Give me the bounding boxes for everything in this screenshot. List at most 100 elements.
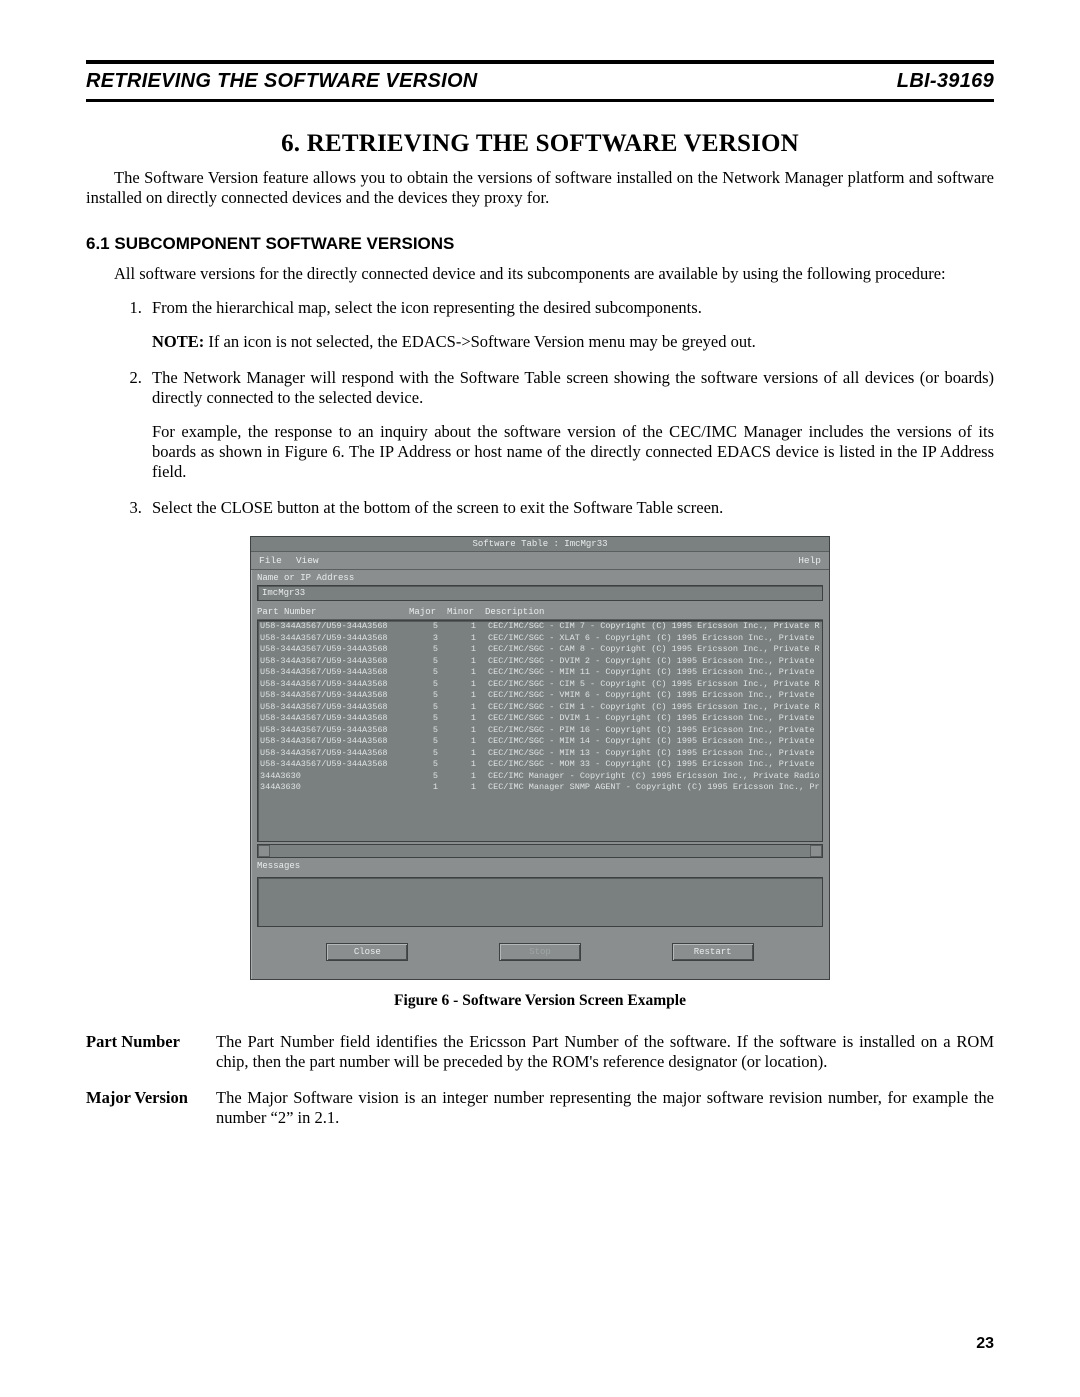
cell-description: CEC/IMC/SGC - MIM 11 - Copyright (C) 199… [488, 667, 820, 679]
procedure-step-3: Select the CLOSE button at the bottom of… [146, 498, 994, 518]
step-2-text-a: The Network Manager will respond with th… [152, 368, 994, 407]
cell-description: CEC/IMC/SGC - MIM 13 - Copyright (C) 199… [488, 748, 820, 760]
table-row[interactable]: U58-344A3567/U59-344A356851CEC/IMC/SGC -… [258, 656, 822, 668]
cell-major: 3 [412, 633, 450, 645]
procedure-step-1: From the hierarchical map, select the ic… [146, 298, 994, 352]
scroll-left-icon[interactable] [258, 845, 270, 857]
cell-description: CEC/IMC/SGC - CIM 1 - Copyright (C) 1995… [488, 702, 820, 714]
cell-minor: 1 [450, 656, 488, 668]
rule-under-header [86, 99, 994, 102]
messages-box[interactable] [257, 877, 823, 927]
table-row[interactable]: U58-344A3567/U59-344A356851CEC/IMC/SGC -… [258, 690, 822, 702]
horizontal-scrollbar[interactable] [257, 844, 823, 858]
table-row[interactable]: U58-344A3567/U59-344A356851CEC/IMC/SGC -… [258, 748, 822, 760]
restart-button[interactable]: Restart [672, 943, 754, 961]
cell-minor: 1 [450, 771, 488, 783]
cell-part-number: U58-344A3567/U59-344A3568 [260, 679, 412, 691]
cell-part-number: U58-344A3567/U59-344A3568 [260, 713, 412, 725]
cell-part-number: U58-344A3567/U59-344A3568 [260, 633, 412, 645]
software-table-window: Software Table : ImcMgr33 File View Help… [250, 536, 830, 980]
cell-major: 5 [412, 621, 450, 633]
ip-address-input[interactable]: ImcMgr33 [257, 585, 823, 601]
cell-major: 5 [412, 679, 450, 691]
table-row[interactable]: U58-344A3567/U59-344A356851CEC/IMC/SGC -… [258, 736, 822, 748]
def-part-number: Part Number The Part Number field identi… [86, 1032, 994, 1072]
def-term-part-number: Part Number [86, 1032, 216, 1072]
header-section-title: RETRIEVING THE SOFTWARE VERSION [86, 70, 478, 93]
definitions: Part Number The Part Number field identi… [86, 1032, 994, 1128]
step-1-note: NOTE: If an icon is not selected, the ED… [152, 332, 994, 352]
table-row[interactable]: 344A363011CEC/IMC Manager SNMP AGENT - C… [258, 782, 822, 794]
col-description: Description [485, 607, 823, 617]
table-row[interactable]: U58-344A3567/U59-344A356851CEC/IMC/SGC -… [258, 667, 822, 679]
cell-description: CEC/IMC/SGC - PIM 16 - Copyright (C) 199… [488, 725, 820, 737]
cell-description: CEC/IMC/SGC - VMIM 6 - Copyright (C) 199… [488, 690, 820, 702]
cell-description: CEC/IMC/SGC - XLAT 6 - Copyright (C) 199… [488, 633, 820, 645]
table-row[interactable]: 344A363051CEC/IMC Manager - Copyright (C… [258, 771, 822, 783]
table-row[interactable]: U58-344A3567/U59-344A356851CEC/IMC/SGC -… [258, 702, 822, 714]
cell-description: CEC/IMC/SGC - CAM 8 - Copyright (C) 1995… [488, 644, 820, 656]
cell-description: CEC/IMC Manager - Copyright (C) 1995 Eri… [488, 771, 820, 783]
procedure-step-2: The Network Manager will respond with th… [146, 368, 994, 482]
stop-button[interactable]: Stop [499, 943, 581, 961]
cell-major: 5 [412, 771, 450, 783]
cell-major: 5 [412, 667, 450, 679]
running-header: RETRIEVING THE SOFTWARE VERSION LBI-3916… [86, 66, 994, 99]
table-row[interactable]: U58-344A3567/U59-344A356851CEC/IMC/SGC -… [258, 713, 822, 725]
page: RETRIEVING THE SOFTWARE VERSION LBI-3916… [0, 0, 1080, 1397]
cell-minor: 1 [450, 644, 488, 656]
table-row[interactable]: U58-344A3567/U59-344A356851CEC/IMC/SGC -… [258, 644, 822, 656]
table-row[interactable]: U58-344A3567/U59-344A356851CEC/IMC/SGC -… [258, 621, 822, 633]
menu-bar: File View Help [251, 552, 829, 570]
ip-address-label: Name or IP Address [251, 570, 829, 585]
menu-view[interactable]: View [296, 555, 319, 566]
cell-description: CEC/IMC/SGC - CIM 5 - Copyright (C) 1995… [488, 679, 820, 691]
cell-minor: 1 [450, 725, 488, 737]
cell-minor: 1 [450, 748, 488, 760]
cell-minor: 1 [450, 713, 488, 725]
cell-major: 5 [412, 736, 450, 748]
def-body-part-number: The Part Number field identifies the Eri… [216, 1032, 994, 1072]
cell-major: 5 [412, 656, 450, 668]
window-title: Software Table : ImcMgr33 [251, 537, 829, 552]
table-row[interactable]: U58-344A3567/U59-344A356851CEC/IMC/SGC -… [258, 679, 822, 691]
close-button[interactable]: Close [326, 943, 408, 961]
cell-major: 5 [412, 690, 450, 702]
cell-major: 5 [412, 725, 450, 737]
table-row[interactable]: U58-344A3567/U59-344A356851CEC/IMC/SGC -… [258, 759, 822, 771]
cell-part-number: 344A3630 [260, 782, 412, 794]
def-body-major-version: The Major Software vision is an integer … [216, 1088, 994, 1128]
cell-minor: 1 [450, 759, 488, 771]
cell-minor: 1 [450, 690, 488, 702]
cell-minor: 1 [450, 736, 488, 748]
menu-help[interactable]: Help [798, 555, 821, 566]
cell-part-number: U58-344A3567/U59-344A3568 [260, 656, 412, 668]
cell-major: 5 [412, 748, 450, 760]
cell-minor: 1 [450, 633, 488, 645]
col-part-number: Part Number [257, 607, 409, 617]
col-major: Major [409, 607, 447, 617]
scroll-right-icon[interactable] [810, 845, 822, 857]
subsection-heading: 6.1 SUBCOMPONENT SOFTWARE VERSIONS [86, 234, 994, 254]
section-intro: The Software Version feature allows you … [86, 168, 994, 208]
cell-description: CEC/IMC/SGC - MIM 14 - Copyright (C) 199… [488, 736, 820, 748]
cell-part-number: U58-344A3567/U59-344A3568 [260, 690, 412, 702]
cell-description: CEC/IMC/SGC - DVIM 2 - Copyright (C) 199… [488, 656, 820, 668]
table-row[interactable]: U58-344A3567/U59-344A356831CEC/IMC/SGC -… [258, 633, 822, 645]
table-row[interactable]: U58-344A3567/U59-344A356851CEC/IMC/SGC -… [258, 725, 822, 737]
step-3-text: Select the CLOSE button at the bottom of… [152, 498, 723, 517]
note-text: If an icon is not selected, the EDACS->S… [204, 332, 756, 351]
cell-minor: 1 [450, 621, 488, 633]
cell-part-number: U58-344A3567/U59-344A3568 [260, 702, 412, 714]
cell-minor: 1 [450, 782, 488, 794]
table-list[interactable]: U58-344A3567/U59-344A356851CEC/IMC/SGC -… [257, 620, 823, 842]
table-column-headers: Part Number Major Minor Description [257, 605, 823, 620]
header-doc-id: LBI-39169 [897, 70, 994, 93]
section-heading: 6. RETRIEVING THE SOFTWARE VERSION [86, 130, 994, 158]
menu-file[interactable]: File [259, 555, 282, 566]
figure-caption: Figure 6 - Software Version Screen Examp… [86, 992, 994, 1010]
step-2-text-b: For example, the response to an inquiry … [152, 422, 994, 482]
cell-major: 5 [412, 702, 450, 714]
messages-label: Messages [251, 858, 829, 873]
def-term-major-version: Major Version [86, 1088, 216, 1128]
